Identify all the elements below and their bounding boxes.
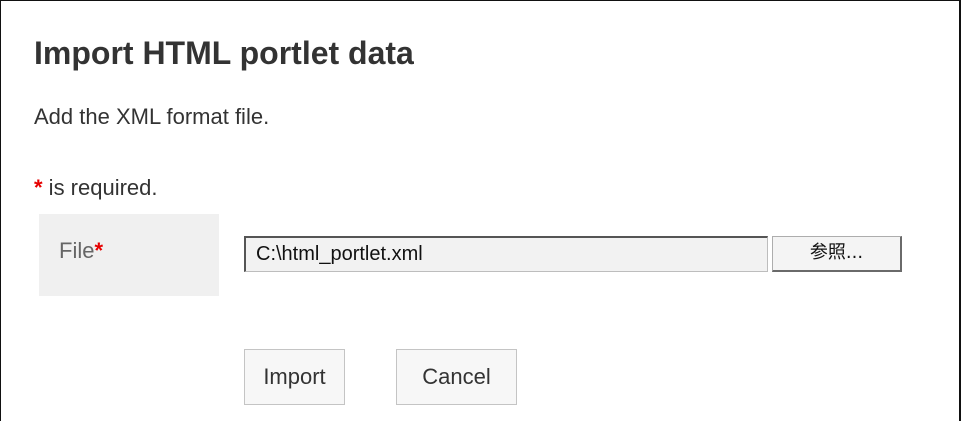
import-button[interactable]: Import (244, 349, 345, 405)
file-required-asterisk: * (94, 238, 104, 263)
cancel-button[interactable]: Cancel (396, 349, 517, 405)
required-note: * is required. (34, 175, 158, 201)
file-label: File* (59, 238, 103, 264)
dialog-frame: Import HTML portlet data Add the XML for… (0, 0, 961, 421)
file-path-input[interactable]: C:\html_portlet.xml (244, 236, 768, 272)
required-asterisk: * (34, 175, 43, 200)
description-text: Add the XML format file. (34, 104, 270, 129)
file-label-cell: File* (39, 214, 219, 296)
page-title: Import HTML portlet data (34, 35, 414, 71)
file-label-text: File (59, 238, 95, 263)
required-note-text: is required. (42, 175, 158, 200)
browse-button[interactable]: 参照... (772, 236, 902, 272)
